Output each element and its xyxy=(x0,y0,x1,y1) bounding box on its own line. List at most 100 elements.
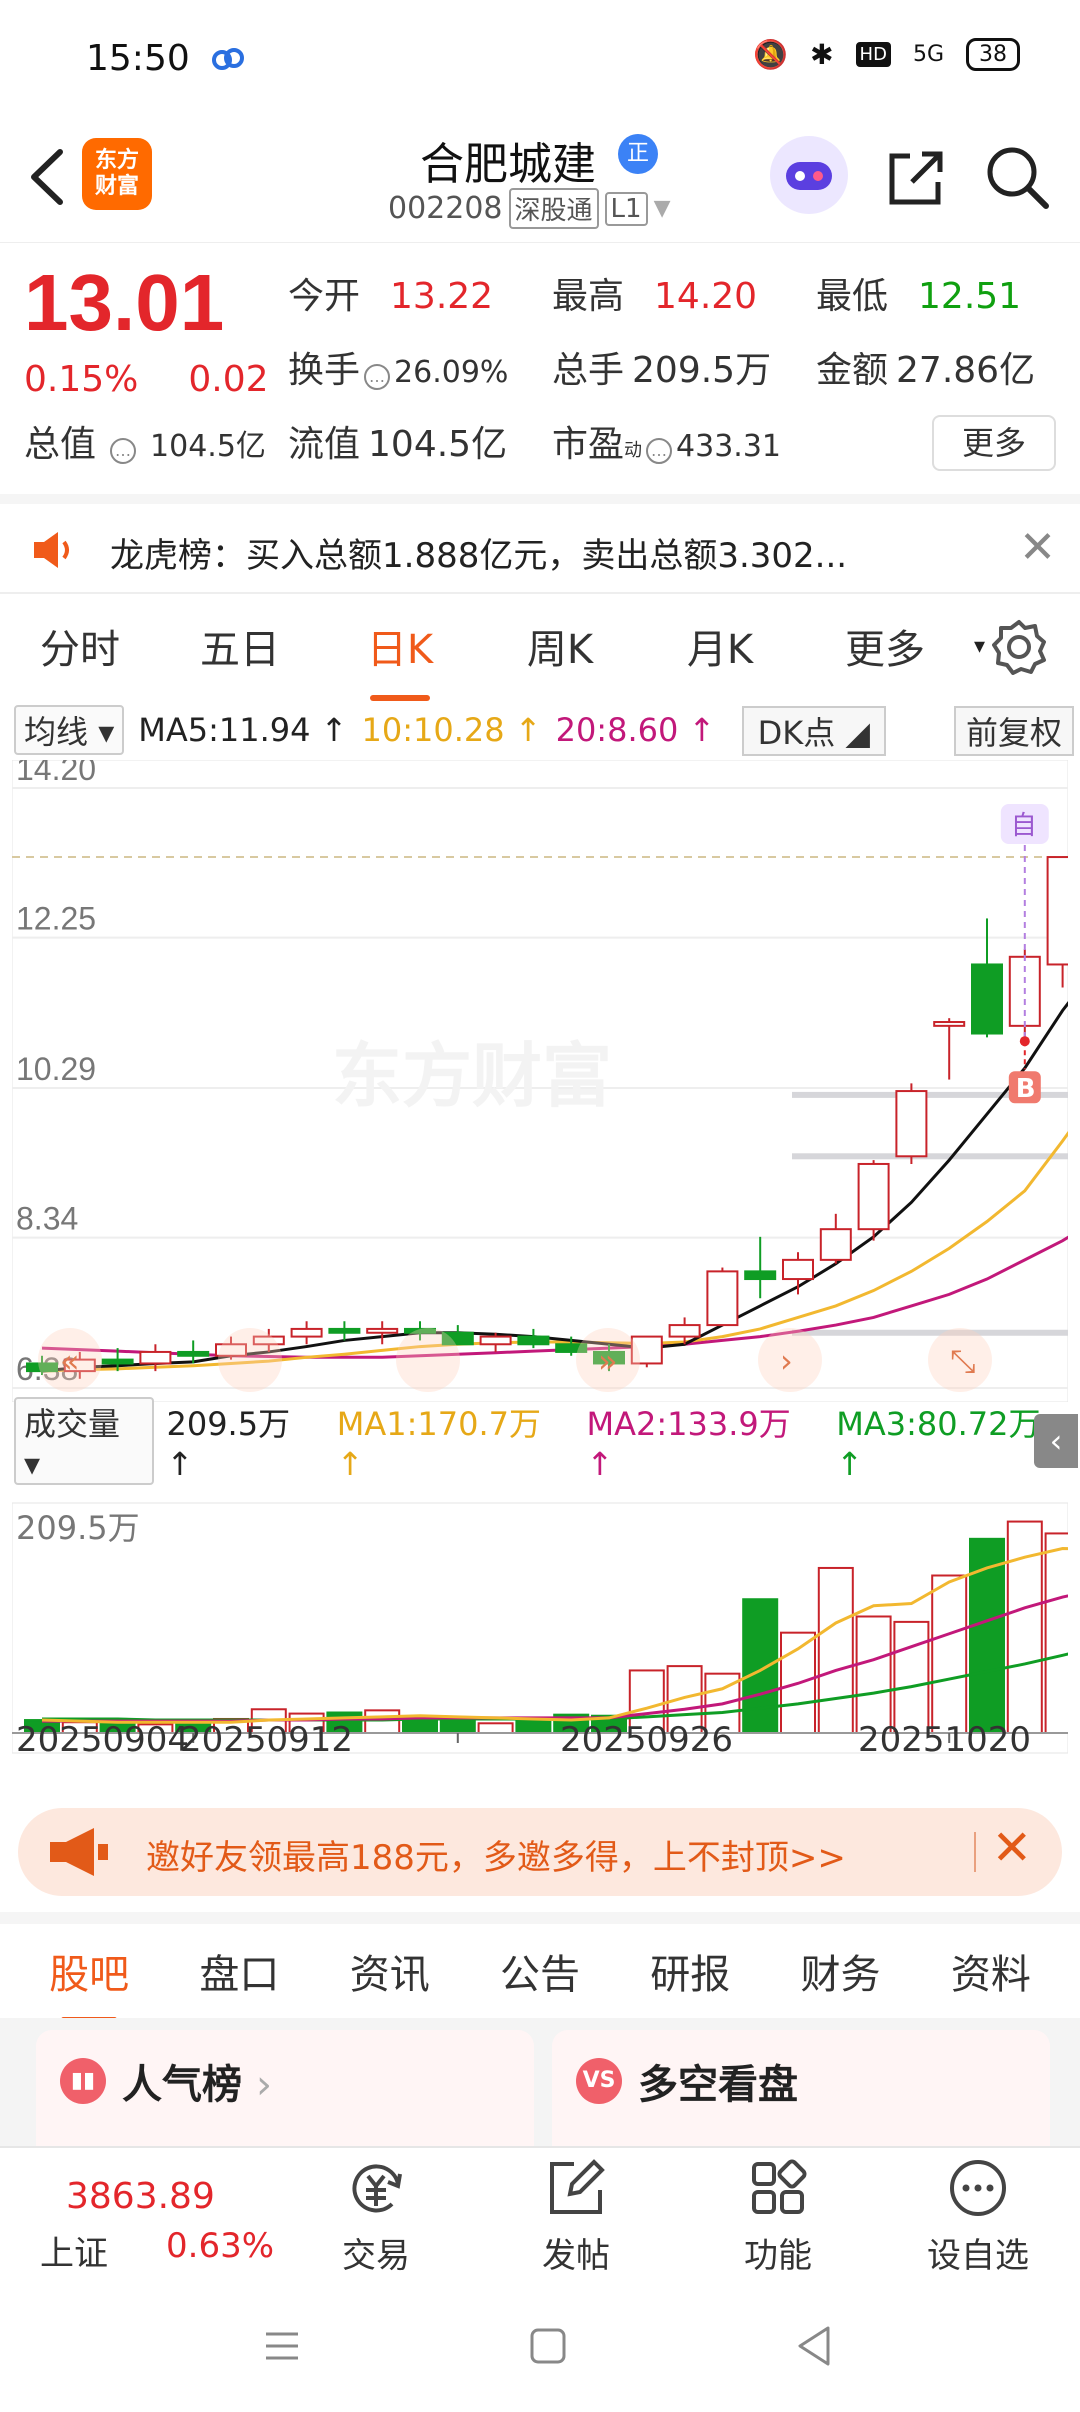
gear-icon[interactable] xyxy=(990,618,1048,676)
amount-row: 金额 27.86亿 xyxy=(816,350,1036,391)
watermark: 东方财富 xyxy=(332,1035,612,1117)
date-label: 20250912 xyxy=(180,1720,354,1760)
close-icon[interactable]: ✕ xyxy=(1019,522,1056,573)
candle-body xyxy=(517,1335,550,1346)
ai-assistant-icon[interactable] xyxy=(770,136,848,214)
y-axis-label: 12.25 xyxy=(16,901,96,937)
nav-functions[interactable]: 功能 xyxy=(718,2156,838,2277)
tab-period[interactable]: 月K xyxy=(640,617,800,675)
zheng-badge: 正 xyxy=(618,134,658,174)
tab-content[interactable]: 公告 xyxy=(500,1942,580,2000)
candle-body xyxy=(706,1270,739,1327)
info-icon[interactable]: … xyxy=(364,364,391,390)
market-tag: 深股通 xyxy=(508,188,599,229)
info-icon[interactable]: … xyxy=(110,438,137,464)
chart-nav-arrow-icon: › xyxy=(780,1342,793,1380)
edit-icon xyxy=(550,2159,605,2214)
index-name[interactable]: 上证 xyxy=(40,2226,108,2275)
hd-icon: HD xyxy=(855,42,891,67)
resistance-bar xyxy=(792,1329,1068,1336)
volume-bar xyxy=(893,1620,930,1734)
invite-text: 邀好友领最高188元，多邀多得，上不封顶>> xyxy=(146,1838,846,1878)
invite-banner[interactable]: 邀好友领最高188元，多邀多得，上不封顶>> ✕ xyxy=(18,1808,1062,1896)
low-row: 最低 12.51 xyxy=(816,276,1022,317)
nav-add-watchlist[interactable]: 设自选 xyxy=(918,2156,1038,2277)
tab-content[interactable]: 资料 xyxy=(951,1942,1031,2000)
tab-content[interactable]: 财务 xyxy=(801,1942,881,2000)
back-arrow-icon[interactable] xyxy=(22,142,72,212)
tab-period[interactable]: 分时 xyxy=(0,617,160,675)
system-nav xyxy=(0,2280,1080,2412)
tab-period[interactable]: 日K xyxy=(320,617,480,701)
app-logo: 东方 财富 xyxy=(82,138,152,210)
status-bar: 15:50 🔕 ✱ HD 5G 38 xyxy=(0,0,1080,120)
turnover-row: 换手 … 26.09% xyxy=(288,350,509,391)
tab-content[interactable]: 股吧 xyxy=(49,1942,129,2022)
chart-nav-arrow-icon: » xyxy=(598,1342,618,1380)
y-axis-label: 14.20 xyxy=(16,760,96,787)
yuan-icon xyxy=(352,2164,402,2213)
tab-content[interactable]: 盘口 xyxy=(199,1942,279,2000)
bottom-nav: 3863.89 上证 0.63% 交易 发帖 功能 设自选 xyxy=(0,2146,1080,2280)
more-button[interactable]: 更多 xyxy=(932,415,1056,471)
pe-row: 市盈 动 … 433.31 xyxy=(552,424,781,465)
status-time: 15:50 xyxy=(86,38,190,79)
tab-period[interactable]: 周K xyxy=(480,617,640,675)
dropdown-triangle-icon[interactable]: ▼ xyxy=(654,196,671,221)
battery-icon: 38 xyxy=(966,38,1020,71)
collapse-arrow-icon[interactable]: ‹ xyxy=(1034,1414,1078,1468)
status-icons: 🔕 ✱ HD 5G 38 xyxy=(753,38,1020,71)
last-price: 13.01 xyxy=(24,258,225,347)
y-axis-label: 8.34 xyxy=(16,1201,78,1237)
volume-bar xyxy=(817,1566,854,1735)
ma20-label: 20:8.60 ↑ xyxy=(555,711,716,749)
adjust-button[interactable]: 前复权 xyxy=(953,706,1074,756)
volume-row: 总手 209.5万 xyxy=(552,350,772,391)
nav-trade[interactable]: 交易 xyxy=(316,2156,436,2277)
tab-period[interactable]: 更多 xyxy=(800,617,970,675)
y-axis-label: 209.5万 xyxy=(16,1509,140,1547)
candle-body xyxy=(177,1350,210,1357)
dk-points-button[interactable]: DK点 ◢ xyxy=(741,706,886,756)
index-value[interactable]: 3863.89 xyxy=(66,2176,215,2217)
candle-body xyxy=(290,1327,323,1338)
tab-content[interactable]: 资讯 xyxy=(350,1942,430,2000)
cloud-icon xyxy=(212,48,244,70)
chart-nav-bubble xyxy=(396,1328,460,1392)
content-tabs: 股吧 盘口 资讯 公告 研报 财务 资料 xyxy=(0,1912,1080,2022)
megaphone-icon xyxy=(50,1828,108,1876)
feature-cards: ▮▮ 人气榜 › VS 多空看盘 xyxy=(0,2018,1080,2170)
tab-content[interactable]: 研报 xyxy=(650,1942,730,2000)
date-label: 20250926 xyxy=(560,1720,734,1760)
marker-self: 自 xyxy=(1011,811,1037,841)
search-icon[interactable] xyxy=(982,142,1052,212)
ma5-label: MA5:11.94 ↑ xyxy=(138,711,348,749)
candle-body xyxy=(328,1327,361,1334)
index-percent[interactable]: 0.63% xyxy=(166,2226,274,2266)
news-ticker[interactable]: 龙虎榜：买入总额1.888亿元，卖出总额3.302... ✕ xyxy=(0,494,1080,594)
card-title: 多空看盘 xyxy=(638,2062,798,2108)
candle-body xyxy=(139,1350,172,1365)
candle-body xyxy=(857,1162,890,1231)
indicator-select[interactable]: 均线 ▾ xyxy=(14,705,125,755)
dropdown-icon: ▾ xyxy=(974,633,986,659)
change-amount: 0.02 xyxy=(188,359,269,400)
ticker-text: 龙虎榜：买入总额1.888亿元，卖出总额3.302... xyxy=(110,536,848,576)
info-icon[interactable]: … xyxy=(646,438,673,464)
tab-period[interactable]: 五日 xyxy=(160,617,320,675)
ma10-label: 10:10.28 ↑ xyxy=(361,711,542,749)
close-icon[interactable]: ✕ xyxy=(992,1820,1032,1876)
volume-legend: 成交量 ▾ 209.5万 ↑ MA1:170.7万 ↑ MA2:133.9万 ↑… xyxy=(14,1397,1078,1485)
chart-nav-arrow-icon: « xyxy=(60,1342,80,1380)
menu-icon[interactable] xyxy=(262,2326,302,2366)
home-icon[interactable] xyxy=(528,2326,568,2366)
share-icon[interactable] xyxy=(880,142,950,212)
nav-post[interactable]: 发帖 xyxy=(516,2156,636,2277)
back-icon[interactable] xyxy=(794,2324,834,2368)
quote-panel: 13.01 0.15% 0.02 总值 … 104.5亿 今开 13.22 最高 1… xyxy=(0,242,1080,492)
chart-nav-bubble xyxy=(218,1328,282,1392)
y-axis-label: 10.29 xyxy=(16,1051,96,1087)
volume-bar xyxy=(742,1598,779,1734)
candlestick-chart[interactable]: 14.2012.2510.298.346.38东方财富自BS«»›⤡ xyxy=(12,760,1068,1402)
date-label: 20251020 xyxy=(858,1720,1032,1760)
